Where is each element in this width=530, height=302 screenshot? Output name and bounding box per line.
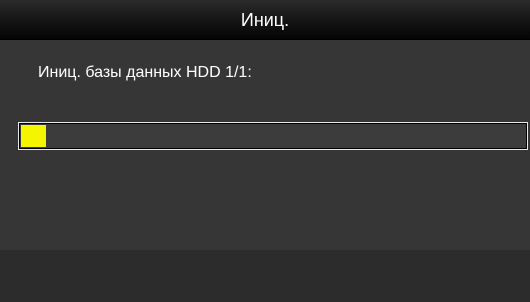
dialog-title: Иниц.	[240, 10, 290, 30]
title-bar: Иниц.	[0, 0, 530, 40]
status-label: Иниц. базы данных HDD 1/1:	[38, 64, 252, 81]
init-dialog: Иниц. Иниц. базы данных HDD 1/1:	[0, 0, 530, 302]
dialog-footer	[0, 250, 530, 302]
dialog-content: Иниц. базы данных HDD 1/1:	[0, 40, 530, 250]
progress-fill	[21, 125, 46, 147]
progress-bar	[18, 122, 528, 150]
